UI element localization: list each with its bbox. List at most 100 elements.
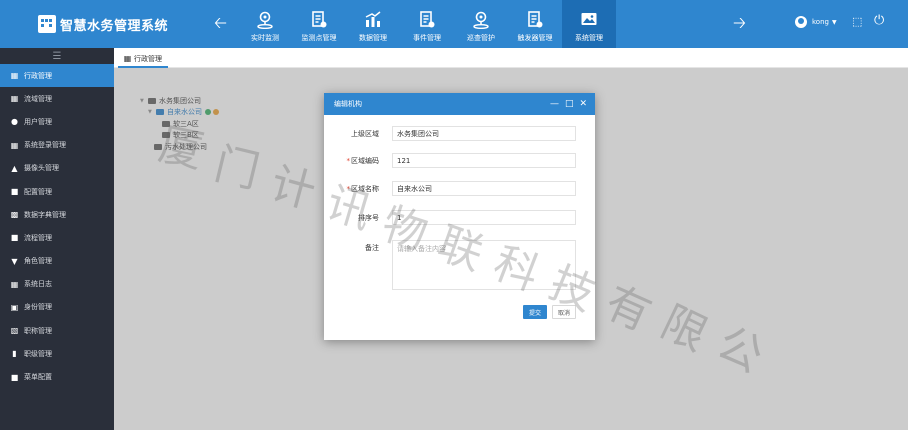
badge-icon: ▧ <box>10 326 19 336</box>
avatar <box>795 16 807 28</box>
grid-icon: ▦ <box>10 94 19 104</box>
sidebar-item-label: 职级管理 <box>24 349 52 358</box>
location-pin-icon <box>257 11 273 29</box>
field-label-text: 区域名称 <box>351 184 379 193</box>
cancel-button[interactable]: 取消 <box>552 305 577 319</box>
nav-label: 触发器管理 <box>517 34 553 42</box>
user-name: kong <box>812 18 829 26</box>
grid-icon: ▦ <box>10 71 19 81</box>
sidebar-item-menu-config[interactable]: ■ 菜单配置 <box>0 365 114 388</box>
sidebar-item-ranks[interactable]: ▮ 职级管理 <box>0 342 114 365</box>
tab-admin[interactable]: ▦ 行政管理 <box>118 51 168 68</box>
clipboard-icon: ■ <box>10 187 19 197</box>
field-label: *区域编码 <box>324 156 385 166</box>
form-row-remark: 备注 <box>324 240 595 290</box>
building-logo-icon <box>38 15 56 33</box>
arrow-left-icon[interactable]: 🡠 <box>214 14 227 32</box>
field-label: 上级区域 <box>351 129 379 138</box>
sidebar-item-admin[interactable]: ▦ 行政管理 <box>0 64 114 88</box>
close-icon[interactable]: ✕ <box>579 98 587 110</box>
sidebar-item-users[interactable]: ● 用户管理 <box>0 110 114 133</box>
shield-icon: ▼ <box>11 256 18 266</box>
sidebar-item-label: 系统日志 <box>24 280 52 289</box>
sidebar-item-dictionary[interactable]: ▩ 数据字典管理 <box>0 203 114 226</box>
dialog-header: 编辑机构 — □ ✕ <box>324 93 595 115</box>
grid-icon: ▦ <box>123 54 132 63</box>
parent-area-input[interactable] <box>392 126 576 141</box>
nav-label: 系统管理 <box>575 34 603 42</box>
app-title: 智慧水务管理系统 <box>60 18 169 34</box>
user-menu[interactable]: kong ▼ <box>795 16 837 28</box>
sidebar-item-label: 配置管理 <box>24 187 52 196</box>
sort-no-input[interactable] <box>392 210 576 225</box>
required-mark: * <box>346 184 351 193</box>
maximize-icon[interactable]: □ <box>565 98 574 110</box>
sidebar-item-label: 角色管理 <box>24 257 52 266</box>
sidebar-item-config[interactable]: ■ 配置管理 <box>0 180 114 203</box>
remark-textarea[interactable] <box>392 240 576 290</box>
form-row-parent-area: 上级区域 <box>324 126 595 141</box>
sidebar-item-label: 流程管理 <box>24 233 52 242</box>
tab-bar: ▦ 行政管理 <box>114 48 908 68</box>
clipboard-icon: ■ <box>10 233 19 243</box>
nav-label: 巡查管护 <box>467 34 495 42</box>
sidebar-item-label: 数据字典管理 <box>24 210 66 219</box>
sidebar-item-workflow[interactable]: ■ 流程管理 <box>0 226 114 249</box>
sidebar-item-identity[interactable]: ▣ 身份管理 <box>0 296 114 319</box>
caret-down-icon: ▼ <box>831 18 837 26</box>
location-pin-icon <box>473 11 489 29</box>
grid-icon: ▦ <box>10 140 19 150</box>
sidebar-item-label: 用户管理 <box>24 117 52 126</box>
power-icon[interactable]: ⏻ <box>874 13 884 28</box>
nav-label: 事件管理 <box>413 34 441 42</box>
area-name-input[interactable] <box>392 181 576 196</box>
nav-item-patrol[interactable]: 巡查管护 <box>454 0 508 48</box>
nav-label: 实时监测 <box>251 34 279 42</box>
sidebar-item-label: 身份管理 <box>24 303 52 312</box>
sidebar-item-roles[interactable]: ▼ 角色管理 <box>0 250 114 273</box>
sidebar-item-label: 系统登录管理 <box>24 141 66 150</box>
edit-org-dialog: 编辑机构 — □ ✕ 上级区域 *区域编码 *区域名称 排序号 备注 提交 取消 <box>324 93 595 340</box>
nav-item-trigger-management[interactable]: 触发器管理 <box>508 0 562 48</box>
bar-chart-icon <box>365 11 381 27</box>
sidebar-item-basin[interactable]: ▦ 流域管理 <box>0 87 114 110</box>
sidebar-item-login[interactable]: ▦ 系统登录管理 <box>0 134 114 157</box>
id-card-icon: ▣ <box>10 302 19 312</box>
fullscreen-icon[interactable]: ⬚ <box>852 15 862 28</box>
document-gear-icon <box>528 11 543 28</box>
field-label: *区域名称 <box>324 184 385 194</box>
sidebar-item-logs[interactable]: ▦ 系统日志 <box>0 273 114 296</box>
area-code-input[interactable] <box>392 153 576 168</box>
nav-label: 监测点管理 <box>301 34 337 42</box>
sidebar: ☰ ▦ 行政管理 ▦ 流域管理 ● 用户管理 ▦ 系统登录管理 ▲ 摄像头管理 ■ 配置管理… <box>0 48 114 430</box>
sidebar-item-label: 摄像头管理 <box>24 164 59 173</box>
sidebar-item-label: 菜单配置 <box>24 373 52 382</box>
tab-label: 行政管理 <box>134 54 162 63</box>
nav-item-system-management[interactable]: 系统管理 <box>562 0 616 48</box>
required-mark: * <box>346 156 351 165</box>
main-nav: 实时监测 监测点管理 数据管理 事件管理 巡查管护 触发器管理 系统管理 <box>238 0 616 48</box>
dialog-controls: — □ ✕ <box>550 98 587 110</box>
dialog-title: 编辑机构 <box>334 100 362 108</box>
field-label-text: 区域编码 <box>351 156 379 165</box>
nav-item-realtime-monitor[interactable]: 实时监测 <box>238 0 292 48</box>
minimize-icon[interactable]: — <box>550 98 559 110</box>
document-gear-icon <box>312 11 327 28</box>
menu-toggle-icon[interactable]: ☰ <box>0 48 114 64</box>
image-icon <box>581 13 597 25</box>
sidebar-item-camera[interactable]: ▲ 摄像头管理 <box>0 157 114 180</box>
arrow-right-icon[interactable]: 🡢 <box>733 14 746 32</box>
field-label: 备注 <box>365 244 379 252</box>
nav-item-event-management[interactable]: 事件管理 <box>400 0 454 48</box>
sidebar-item-label: 职称管理 <box>24 326 52 335</box>
top-bar: 智慧水务管理系统 🡠 实时监测 监测点管理 数据管理 事件管理 巡查管护 触发器… <box>0 0 908 48</box>
clipboard-icon: ■ <box>10 372 19 382</box>
grid-icon: ▦ <box>10 279 19 289</box>
nav-item-monitor-points[interactable]: 监测点管理 <box>292 0 346 48</box>
sidebar-item-titles[interactable]: ▧ 职称管理 <box>0 319 114 342</box>
bar-chart-icon: ▮ <box>12 349 17 359</box>
sidebar-item-label: 流域管理 <box>24 94 52 103</box>
submit-button[interactable]: 提交 <box>523 305 548 319</box>
field-label: 排序号 <box>358 213 379 222</box>
nav-item-data-management[interactable]: 数据管理 <box>346 0 400 48</box>
